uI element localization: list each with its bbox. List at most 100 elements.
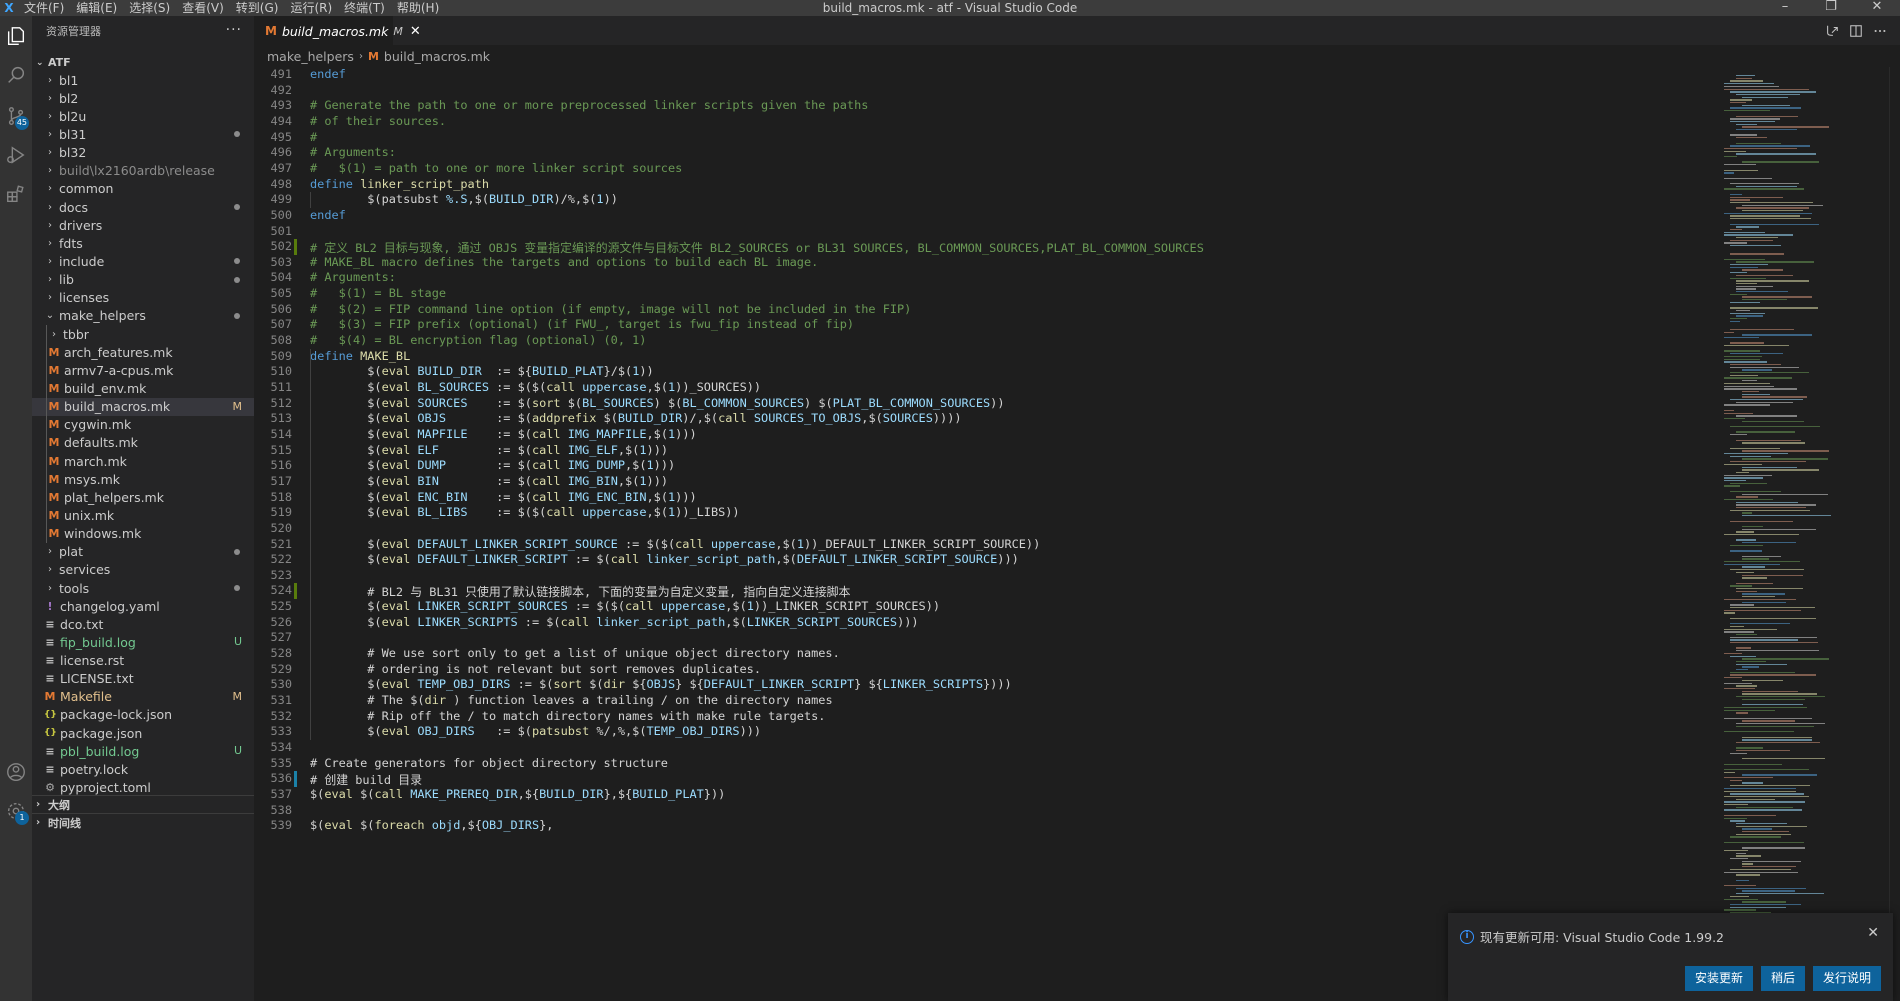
minimap-line [1730, 293, 1747, 296]
tree-item[interactable]: › bl31 [32, 125, 254, 143]
minimap-line [1736, 75, 1756, 77]
tree-item[interactable]: › tools [32, 579, 254, 597]
vertical-scrollbar[interactable] [1889, 67, 1900, 1001]
tree-item[interactable]: March_features.mk [32, 343, 254, 361]
tree-item[interactable]: › drivers [32, 216, 254, 234]
menu-terminal[interactable]: 终端(T) [338, 0, 391, 16]
code-token: LINKER_SCRIPT_SOURCES [746, 614, 898, 629]
minimap-line [1742, 296, 1813, 298]
tree-item[interactable]: › docs [32, 198, 254, 216]
breadcrumb-folder[interactable]: make_helpers [267, 49, 354, 64]
code-view[interactable]: 491 endef 492 493 # Generate the path to one… [254, 67, 1714, 1001]
workspace-root[interactable]: ⌄ ATF [32, 54, 71, 71]
tree-item[interactable]: ≡ LICENSE.txt [32, 670, 254, 688]
menu-go[interactable]: 转到(G) [230, 0, 285, 16]
minimap-line [1736, 539, 1756, 541]
settings-gear-icon[interactable]: 1 [0, 793, 32, 829]
search-icon[interactable] [0, 57, 32, 93]
tree-item[interactable]: M Makefile M [32, 688, 254, 706]
code-token: # $(4) = BL encryption flag (optional) (… [310, 333, 647, 348]
source-control-icon[interactable]: 45 [0, 98, 32, 134]
account-icon[interactable] [0, 754, 32, 790]
tree-item[interactable]: › bl1 [32, 71, 254, 89]
code-token: 1 [646, 458, 654, 473]
tree-item[interactable]: Mdefaults.mk [32, 434, 254, 452]
code-token: # 定义 BL2 目标与现象, 通过 OBJS 变量指定编译的源文件与目标文件 … [310, 241, 1204, 256]
code-token: OBJ_DIRS [481, 818, 540, 833]
tree-item[interactable]: › bl2u [32, 107, 254, 125]
tree-item[interactable]: › include [32, 252, 254, 270]
close-window-button[interactable]: ✕ [1854, 0, 1900, 16]
install-update-button[interactable]: 安装更新 [1684, 966, 1753, 991]
tree-item[interactable]: Mmarch.mk [32, 452, 254, 470]
tree-item[interactable]: ⚙ pyproject.toml [32, 778, 254, 796]
close-notification-icon[interactable]: ✕ [1867, 925, 1879, 941]
minimap-line [1742, 679, 1783, 682]
explorer-icon[interactable] [0, 18, 32, 54]
release-notes-button[interactable]: 发行说明 [1812, 966, 1881, 991]
outline-section[interactable]: › 大纲 [32, 795, 254, 813]
minimap-line [1724, 809, 1802, 811]
minimap-line [1736, 504, 1816, 506]
more-actions-icon[interactable]: ··· [226, 22, 242, 38]
minimap-line [1730, 636, 1817, 638]
run-debug-icon[interactable] [0, 137, 32, 173]
open-changes-icon[interactable] [1820, 22, 1844, 40]
more-editor-actions-icon[interactable] [1868, 22, 1892, 40]
makefile-icon: M [265, 24, 277, 38]
tree-item[interactable]: ≡ license.rst [32, 652, 254, 670]
menu-selection[interactable]: 选择(S) [123, 0, 176, 16]
window-controls: – ❐ ✕ [1762, 0, 1900, 16]
minimap[interactable] [1714, 67, 1889, 1001]
tree-item[interactable]: Mbuild_macros.mk M [32, 397, 254, 416]
minimap-line [1742, 269, 1783, 271]
tree-item[interactable]: › licenses [32, 289, 254, 307]
menu-run[interactable]: 运行(R) [284, 0, 338, 16]
tree-item[interactable]: {} package.json [32, 724, 254, 742]
menu-file[interactable]: 文件(F) [18, 0, 70, 16]
menu-edit[interactable]: 编辑(E) [70, 0, 123, 16]
later-button[interactable]: 稍后 [1760, 966, 1805, 991]
tree-item[interactable]: › common [32, 180, 254, 198]
tree-item[interactable]: {} package-lock.json [32, 706, 254, 724]
minimap-line [1742, 442, 1806, 444]
tree-item-label: fdts [59, 235, 83, 251]
tree-item[interactable]: ≡ dco.txt [32, 615, 254, 633]
tree-item[interactable]: › fdts [32, 234, 254, 252]
tree-item[interactable]: ≡ fip_build.log U [32, 633, 254, 651]
minimap-line [1736, 288, 1756, 290]
menu-help[interactable]: 帮助(H) [391, 0, 445, 16]
tree-item[interactable]: › build\lx2160ardb\release [32, 162, 254, 180]
tree-item[interactable]: Mcygwin.mk [32, 416, 254, 434]
close-tab-icon[interactable]: ✕ [410, 24, 421, 39]
tree-item[interactable]: Mmsys.mk [32, 470, 254, 488]
tree-item[interactable]: › services [32, 561, 254, 579]
minimap-line [1724, 561, 1801, 563]
code-token: $( [352, 818, 375, 833]
tree-item[interactable]: › lib [32, 271, 254, 289]
split-editor-icon[interactable] [1844, 22, 1868, 40]
tree-item[interactable]: Mbuild_env.mk [32, 379, 254, 397]
tree-item[interactable]: ⌄ make_helpers [32, 307, 254, 325]
breadcrumb-file[interactable]: build_macros.mk [384, 49, 490, 64]
tree-item[interactable]: › plat [32, 543, 254, 561]
tree-item[interactable]: ≡ poetry.lock [32, 760, 254, 778]
extensions-icon[interactable] [0, 176, 32, 212]
tree-item[interactable]: › bl2 [32, 89, 254, 107]
tree-item[interactable]: Mplat_helpers.mk [32, 488, 254, 506]
tree-item[interactable]: ≡ pbl_build.log U [32, 742, 254, 760]
tree-item[interactable]: Marmv7-a-cpus.mk [32, 361, 254, 379]
tree-item[interactable]: Mwindows.mk [32, 525, 254, 543]
chevron-right-icon: › [48, 564, 52, 576]
minimap-line [1724, 804, 1748, 806]
menu-view[interactable]: 查看(V) [176, 0, 230, 16]
tree-item[interactable]: › tbbr [32, 325, 254, 343]
timeline-section[interactable]: › 时间线 [32, 813, 254, 831]
tree-item[interactable]: Munix.mk [32, 506, 254, 524]
minimize-button[interactable]: – [1762, 0, 1808, 16]
tree-item[interactable]: › bl32 [32, 144, 254, 162]
restore-button[interactable]: ❐ [1808, 0, 1854, 16]
changes-dot [234, 131, 240, 138]
tab-build-macros[interactable]: M build_macros.mk M ✕ [254, 16, 421, 45]
tree-item[interactable]: ! changelog.yaml [32, 597, 254, 615]
